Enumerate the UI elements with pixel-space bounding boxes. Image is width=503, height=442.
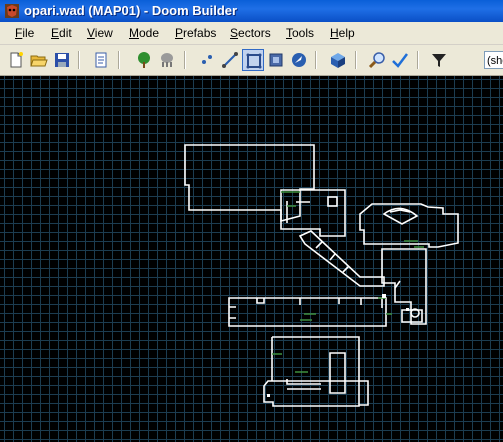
toolbar-separator <box>184 51 186 69</box>
vertices-mode-button[interactable] <box>196 49 218 71</box>
linedefs-mode-button[interactable] <box>219 49 241 71</box>
menu-help-key: H <box>330 26 339 40</box>
check-map-button[interactable] <box>389 49 411 71</box>
menu-mode[interactable]: Mode <box>129 26 159 40</box>
map-linedefs <box>184 144 459 407</box>
toolbar: (sho <box>0 45 503 76</box>
open-map-button[interactable] <box>28 49 50 71</box>
3d-mode-button[interactable] <box>288 49 310 71</box>
things-filter-disabled-button[interactable] <box>156 49 178 71</box>
menu-prefabs-key: P <box>175 26 184 40</box>
menu-file[interactable]: File <box>15 26 34 40</box>
sectors-mode-button[interactable] <box>242 49 264 71</box>
menu-sectors-label: ectors <box>238 26 271 40</box>
toolbar-separator <box>355 51 357 69</box>
save-map-button[interactable] <box>51 49 73 71</box>
vertices-mode-icon <box>202 55 212 64</box>
3d-view-button[interactable] <box>327 49 349 71</box>
menu-mode-key: M <box>129 26 139 40</box>
menu-file-label: ile <box>22 26 35 40</box>
window-title: opari.wad (MAP01) - Doom Builder <box>24 3 238 18</box>
filter-icon <box>432 54 446 67</box>
things-filter-select[interactable]: (sho <box>484 51 503 69</box>
menu-view[interactable]: View <box>87 26 113 40</box>
zoom-icon <box>368 52 385 69</box>
check-map-icon <box>392 53 408 68</box>
new-map-button[interactable] <box>5 49 27 71</box>
things-filter-button[interactable] <box>133 49 155 71</box>
menu-tools-label: ools <box>292 26 315 40</box>
menu-help-label: elp <box>338 26 355 40</box>
menu-sectors[interactable]: Sectors <box>230 26 271 40</box>
things-mode-button[interactable] <box>265 49 287 71</box>
doom-builder-app-icon[interactable] <box>4 3 20 19</box>
save-map-icon <box>55 53 69 67</box>
menu-mode-label: ode <box>139 26 160 40</box>
menu-prefabs[interactable]: Prefabs <box>175 26 216 40</box>
menu-tools[interactable]: Tools <box>286 26 314 40</box>
sectors-mode-icon <box>246 53 262 69</box>
map-options-icon <box>95 52 107 68</box>
cube-icon <box>331 53 345 68</box>
menu-view-key: V <box>87 26 95 40</box>
zoom-button[interactable] <box>366 49 388 71</box>
linedefs-mode-icon <box>222 52 238 68</box>
toolbar-separator <box>118 51 120 69</box>
menu-edit[interactable]: Edit <box>51 26 72 40</box>
things-filter-icon <box>138 52 150 68</box>
map-canvas[interactable] <box>0 76 503 442</box>
new-map-icon <box>10 52 23 68</box>
menu-sectors-key: S <box>230 26 239 40</box>
menu-view-label: iew <box>94 26 113 40</box>
menu-bar: File Edit View Mode Prefabs Sectors Tool… <box>0 22 503 45</box>
menu-edit-label: dit <box>59 26 72 40</box>
3d-mode-icon <box>292 53 306 67</box>
menu-edit-key: E <box>51 26 60 40</box>
menu-help[interactable]: Help <box>330 26 355 40</box>
title-bar: opari.wad (MAP01) - Doom Builder <box>0 0 503 22</box>
toolbar-separator <box>315 51 317 69</box>
open-map-icon <box>30 55 48 67</box>
map-options-button[interactable] <box>90 49 112 71</box>
things-mode-icon <box>269 53 283 67</box>
toolbar-separator <box>78 51 80 69</box>
filter-button[interactable] <box>428 49 450 71</box>
menu-prefabs-label: refabs <box>183 26 217 40</box>
things-filter-disabled-icon <box>161 53 173 67</box>
toolbar-separator <box>417 51 419 69</box>
